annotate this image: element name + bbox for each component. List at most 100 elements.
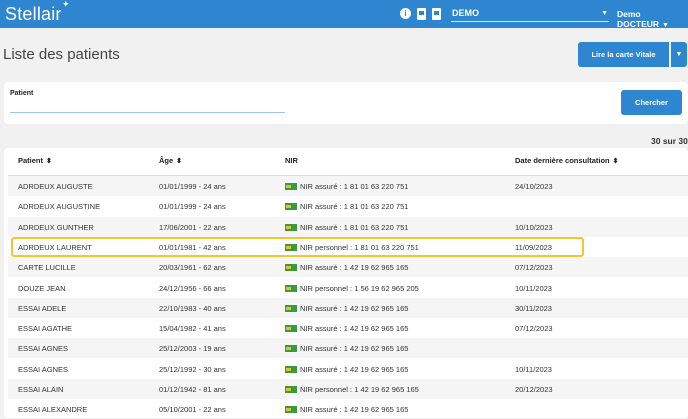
last-consultation-cell: 10/10/2023 [515, 222, 553, 232]
last-consultation-cell: 10/11/2023 [515, 364, 552, 374]
table-row[interactable]: ESSAI ADELE 22/10/1983 - 40 ans NIR assuré… [8, 297, 688, 318]
vitale-card-icon [285, 386, 297, 393]
sort-icon: ⬍ [612, 158, 619, 165]
row-highlight-annotation [11, 237, 584, 257]
patients-table: Patient ⬍ Âge ⬍ NIR Date dernière consulta… [4, 148, 688, 418]
nir-cell: NIR assuré : 1 42 19 62 965 165 [285, 365, 408, 374]
nir-cell: NIR assuré : 1 42 19 62 965 165 [285, 324, 408, 333]
nir-text: NIR assuré : 1 42 19 62 965 165 [300, 344, 409, 354]
table-row[interactable]: ESSAI ALEXANDRE 05/10/2001 - 22 ans NIR as… [8, 399, 688, 419]
patient-name-cell: ESSAI ADELE [18, 303, 67, 313]
patient-search-label: Patient [10, 90, 34, 97]
patient-name-cell: ESSAI ALAIN [18, 385, 64, 394]
table-row[interactable]: DOUZE JEAN 24/12/1956 - 66 ans NIR personn… [8, 278, 688, 298]
last-consultation-cell: 10/11/2023 [515, 283, 552, 293]
results-count: 30 sur 30 [651, 136, 688, 146]
vitale-card-icon [285, 365, 297, 373]
table-row[interactable]: ADRDEUX AUGUSTE 01/01/1999 - 24 ans NIR as… [8, 176, 688, 196]
card-reader-icon[interactable] [417, 8, 426, 20]
patient-name-cell: ESSAI AGNES [18, 344, 69, 354]
column-header-label: Patient [18, 156, 44, 165]
vitale-card-icon [285, 325, 297, 333]
age-cell: 24/12/1956 - 66 ans [159, 283, 226, 293]
info-icon[interactable]: i [400, 8, 411, 19]
nir-text: NIR personnel : 1 56 19 62 965 205 [300, 283, 419, 293]
app-logo-text: Stellair [5, 4, 62, 24]
age-cell: 25/12/1992 - 30 ans [159, 364, 226, 374]
nir-text: NIR assuré : 1 42 19 62 965 165 [300, 324, 409, 334]
nir-text: NIR assuré : 1 42 19 62 965 165 [300, 263, 409, 273]
user-menu[interactable]: Demo DOCTEUR ▼ [617, 9, 688, 29]
last-consultation-cell: 30/11/2023 [515, 303, 552, 313]
nir-text: NIR assuré : 1 81 01 63 220 751 [300, 182, 409, 191]
patient-name-cell: ADRDEUX AUGUSTINE [18, 202, 101, 212]
patient-name-cell: ESSAI AGNES [18, 364, 69, 374]
table-row[interactable]: ESSAI ALAIN 01/12/1942 - 81 ans NIR person… [8, 379, 688, 399]
nir-cell: NIR assuré : 1 42 19 62 965 165 [285, 263, 408, 272]
patient-name-cell: ADRDEUX AUGUSTE [18, 182, 93, 191]
column-header-patient[interactable]: Patient ⬍ [18, 156, 52, 165]
table-row[interactable]: ADRDEUX AUGUSTINE 01/01/1999 - 24 ans NIR … [8, 196, 688, 216]
column-header-label: Âge [159, 156, 174, 165]
nir-text: NIR assuré : 1 42 19 62 965 165 [300, 303, 409, 313]
column-header-last-consultation[interactable]: Date dernière consultation ⬍ [515, 156, 618, 165]
environment-select[interactable]: DEMO ▼ [451, 8, 609, 22]
patient-name-cell: ADRDEUX GUNTHER [18, 222, 94, 232]
nir-cell: NIR assuré : 1 81 01 63 220 751 [285, 202, 408, 211]
chevron-down-icon: ▼ [601, 10, 608, 17]
nir-cell: NIR assuré : 1 42 19 62 965 165 [285, 344, 408, 353]
nir-cell: NIR personnel : 1 56 19 62 965 205 [285, 284, 419, 293]
patient-name-cell: CARTE LUCILLE [18, 263, 76, 273]
sort-icon: ⬍ [46, 158, 52, 165]
age-cell: 15/04/1982 - 41 ans [159, 324, 226, 334]
sparkle-icon: ✦ [62, 0, 70, 9]
vitale-card-icon [285, 264, 297, 272]
column-header-label: Date dernière consultation [515, 156, 610, 165]
search-button[interactable]: Chercher [621, 90, 682, 115]
nir-text: NIR assuré : 1 81 01 63 220 751 [300, 222, 409, 232]
table-row[interactable]: CARTE LUCILLE 20/03/1961 - 62 ans NIR assu… [8, 257, 688, 278]
vitale-card-icon [285, 203, 297, 211]
table-row[interactable]: ESSAI AGNES 25/12/2003 - 19 ans NIR assuré… [8, 338, 688, 359]
patient-search-input[interactable] [10, 101, 285, 113]
nir-cell: NIR assuré : 1 42 19 62 965 165 [285, 304, 408, 313]
vitale-options-dropdown[interactable]: ▼ [671, 42, 687, 67]
last-consultation-cell: 20/12/2023 [515, 385, 553, 394]
read-vitale-card-button[interactable]: Lire la carte Vitale [578, 42, 669, 67]
page-title: Liste des patients [3, 46, 120, 63]
nir-cell: NIR personnel : 1 42 19 62 965 165 [285, 385, 419, 394]
last-consultation-cell: 24/10/2023 [515, 182, 553, 191]
chevron-down-icon: ▼ [662, 22, 669, 29]
nir-text: NIR assuré : 1 42 19 62 965 165 [300, 364, 409, 374]
column-header-label: NIR [285, 156, 298, 165]
nir-cell: NIR assuré : 1 81 01 63 220 751 [285, 223, 408, 232]
last-consultation-cell: 07/12/2023 [515, 324, 553, 334]
vitale-card-icon [285, 223, 297, 231]
column-header-age[interactable]: Âge ⬍ [159, 156, 182, 165]
chevron-down-icon: ▼ [675, 51, 683, 58]
age-cell: 25/12/2003 - 19 ans [159, 344, 226, 354]
age-cell: 20/03/1961 - 62 ans [159, 263, 226, 273]
card-terminal-icon[interactable] [432, 8, 441, 20]
last-consultation-cell: 07/12/2023 [515, 263, 553, 273]
age-cell: 22/10/1983 - 40 ans [159, 303, 226, 313]
vitale-card-icon [285, 183, 297, 190]
table-row[interactable]: ESSAI AGATHE 15/04/1982 - 41 ans NIR assur… [8, 318, 688, 338]
top-navigation-bar: Stellair ✦ i DEMO ▼ Demo DOCTEUR ▼ [0, 0, 688, 29]
table-row[interactable]: ADRDEUX GUNTHER 17/06/2001 - 22 ans NIR as… [8, 216, 688, 237]
nir-cell: NIR assuré : 1 81 01 63 220 751 [285, 182, 408, 191]
age-cell: 01/12/1942 - 81 ans [159, 385, 226, 394]
environment-value: DEMO [452, 8, 479, 18]
app-logo[interactable]: Stellair ✦ [5, 0, 70, 25]
user-name: Demo DOCTEUR [617, 9, 660, 29]
vitale-card-icon [285, 284, 297, 292]
table-header: Patient ⬍ Âge ⬍ NIR Date dernière consulta… [4, 148, 688, 175]
age-cell: 17/06/2001 - 22 ans [159, 222, 226, 232]
nir-text: NIR personnel : 1 42 19 62 965 165 [300, 385, 419, 394]
column-header-nir: NIR [285, 156, 298, 165]
vitale-card-icon [285, 345, 297, 353]
patient-name-cell: ESSAI AGATHE [18, 324, 73, 334]
patient-name-cell: DOUZE JEAN [18, 283, 66, 293]
age-cell: 01/01/1999 - 24 ans [159, 202, 226, 212]
table-row[interactable]: ESSAI AGNES 25/12/1992 - 30 ans NIR assuré… [8, 359, 688, 379]
